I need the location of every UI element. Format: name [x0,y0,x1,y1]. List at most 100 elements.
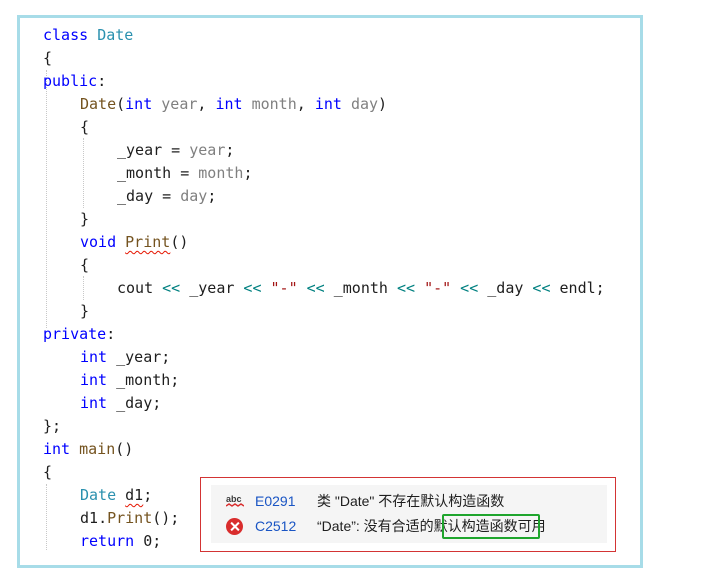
code-line: public: [43,70,106,93]
error-code-link[interactable]: C2512 [255,514,296,539]
stream-operator: << [234,279,271,297]
stream-operator: << [451,279,488,297]
parameter: year [161,95,198,113]
error-code-link[interactable]: E0291 [255,489,295,514]
svg-text:abc: abc [226,494,242,504]
assign-op: = [162,141,190,159]
semicolon: ; [143,486,153,504]
code-line: _month = month; [117,162,252,185]
keyword: int [215,95,243,113]
paren: () [115,440,134,458]
keyword: int [80,348,108,366]
parameter: month [251,95,297,113]
paren: () [170,233,189,251]
semicolon: ; [243,164,253,182]
member-variable: _year [189,279,235,297]
function-name: Print [107,509,153,527]
code-line: { [80,116,89,139]
brace: { [43,49,53,67]
code-line: Date(int year, int month, int day) [80,93,387,116]
stream-operator: << [297,279,334,297]
brace: { [43,463,53,481]
member-declaration: _day; [107,394,162,412]
function-name: Print [125,233,171,251]
access-specifier: public [43,72,98,90]
error-x-icon [226,518,243,535]
brace: { [80,118,90,136]
code-line: _year = year; [117,139,234,162]
string-literal: "-" [424,279,452,297]
code-line: _day = day; [117,185,216,208]
assign-op: = [171,164,199,182]
keyword: void [80,233,117,251]
indent-guide [83,138,84,208]
keyword: class [43,26,89,44]
stream-operator: << [387,279,425,297]
code-line: d1.Print(); [80,507,179,530]
code-line: void Print() [80,231,188,254]
error-tooltip: abc E0291 类 "Date" 不存在默认构造函数 C2512 “Date… [200,477,616,552]
paren: ( [116,95,126,113]
member-variable: _month [117,164,172,182]
member-declaration: _year; [107,348,171,366]
indent-guide [46,70,47,328]
type-name: Date [80,486,117,504]
parameter: month [198,164,244,182]
semicolon: ; [595,279,605,297]
keyword: int [80,394,108,412]
assign-op: = [153,187,181,205]
error-list: abc E0291 类 "Date" 不存在默认构造函数 C2512 “Date… [211,485,607,543]
code-line: cout << _year << "-" << _month << "-" <<… [117,277,605,300]
code-line: int _year; [80,346,170,369]
return-value: 0; [134,532,162,550]
brace: { [80,256,90,274]
function-name: main [79,440,116,458]
code-line: } [80,300,89,323]
code-line: private: [43,323,115,346]
brace: } [80,302,90,320]
brace: }; [43,417,62,435]
indent-guide [46,484,47,550]
code-line: Date d1; [80,484,152,507]
string-literal: "-" [270,279,298,297]
member-variable: _day [117,187,154,205]
brace: } [80,210,90,228]
code-line: class Date [43,24,133,47]
parameter: year [189,141,226,159]
type-name: Date [97,26,134,44]
error-item[interactable]: C2512 “Date”: 没有合适的默认构造函数可用 [211,514,607,539]
keyword: int [43,440,71,458]
stream-operator: << [523,279,560,297]
code-line: { [43,461,52,484]
colon: : [97,72,107,90]
comma: , [197,95,216,113]
variable-error: d1 [125,486,144,504]
dot: . [98,509,108,527]
code-line: int _day; [80,392,161,415]
member-declaration: _month; [107,371,180,389]
colon: : [106,325,116,343]
cout-identifier: cout [117,279,154,297]
member-variable: _month [333,279,388,297]
endl-identifier: endl [559,279,596,297]
code-line: int _month; [80,369,179,392]
code-line: }; [43,415,61,438]
comma: , [296,95,315,113]
member-variable: _day [487,279,524,297]
error-item[interactable]: abc E0291 类 "Date" 不存在默认构造函数 [211,489,607,514]
constructor-name: Date [80,95,117,113]
call-parens: (); [152,509,180,527]
access-specifier: private [43,325,107,343]
spell-check-icon: abc [226,494,244,507]
keyword: return [80,532,135,550]
code-line: } [80,208,89,231]
paren: ) [378,95,388,113]
code-line: { [80,254,89,277]
keyword: int [314,95,342,113]
highlight-box [442,514,540,539]
parameter: day [350,95,379,113]
code-line: return 0; [80,530,161,553]
parameter: day [180,187,208,205]
stream-operator: << [153,279,190,297]
indent-guide [83,276,84,300]
